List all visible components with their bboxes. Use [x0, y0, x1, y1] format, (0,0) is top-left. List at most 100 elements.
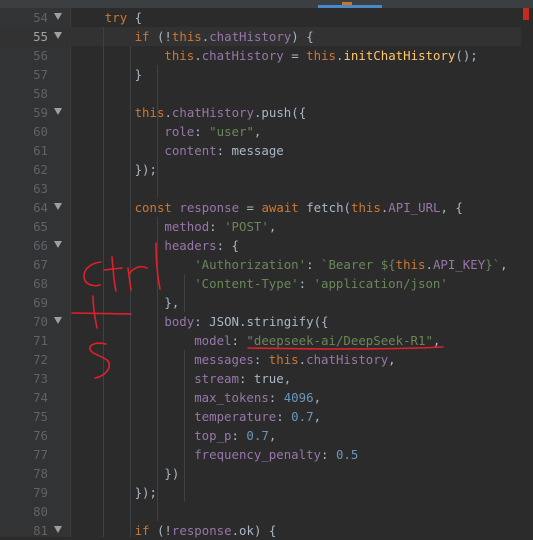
fold-arrow-icon[interactable] — [54, 13, 62, 20]
code-token: , — [313, 390, 322, 405]
code-text[interactable]: }, — [164, 293, 179, 312]
line-number: 74 — [33, 390, 48, 405]
code-line[interactable]: 70 body: JSON.stringify({ — [0, 312, 533, 331]
code-token: this — [306, 48, 336, 63]
code-token: : message — [216, 143, 284, 158]
code-text[interactable]: model: "deepseek-ai/DeepSeek-R1", — [194, 331, 440, 350]
code-text[interactable]: if (!this.chatHistory) { — [135, 27, 314, 46]
code-token: = — [283, 48, 307, 63]
line-number: 54 — [33, 10, 48, 25]
code-line[interactable]: 63 — [0, 179, 533, 198]
code-text[interactable]: content: message — [164, 141, 283, 160]
fold-arrow-icon[interactable] — [54, 32, 62, 39]
code-text[interactable]: 'Content-Type': 'application/json' — [194, 274, 448, 293]
code-text[interactable]: }); — [135, 483, 157, 502]
vertical-scrollbar[interactable] — [521, 8, 533, 537]
code-editor[interactable]: 54 try {55 if (!this.chatHistory) { 56 this.… — [0, 0, 533, 540]
code-line[interactable]: 65 method: 'POST', — [0, 217, 533, 236]
code-text[interactable]: frequency_penalty: 0.5 — [194, 445, 358, 464]
code-text[interactable]: top_p: 0.7, — [194, 426, 276, 445]
code-line[interactable]: 64 const response = await fetch(this.API_… — [0, 198, 533, 217]
code-token: : JSON.stringify({ — [194, 314, 329, 329]
code-token: API_KEY — [432, 257, 486, 272]
code-line[interactable]: 71 model: "deepseek-ai/DeepSeek-R1", — [0, 331, 533, 350]
code-token: , — [268, 428, 277, 443]
code-line[interactable]: 66 headers: { — [0, 236, 533, 255]
code-token: 0.7 — [291, 409, 314, 424]
code-text[interactable]: headers: { — [164, 236, 239, 255]
code-line[interactable]: 59 this.chatHistory.push({ — [0, 103, 533, 122]
code-token: = — [239, 200, 262, 215]
code-line[interactable]: 58 — [0, 84, 533, 103]
fold-arrow-icon[interactable] — [54, 203, 62, 210]
code-line[interactable]: 78}) — [0, 464, 533, 483]
code-token: .push({ — [253, 105, 307, 120]
fold-arrow-icon[interactable] — [54, 108, 62, 115]
code-line[interactable]: 67 'Authorization': `Bearer ${this.API_KE… — [0, 255, 533, 274]
code-text[interactable]: messages: this.chatHistory, — [194, 350, 395, 369]
code-line[interactable]: 62}); — [0, 160, 533, 179]
code-token: , — [313, 409, 322, 424]
line-number: 68 — [33, 276, 48, 291]
code-text[interactable]: max_tokens: 4096, — [194, 388, 321, 407]
fold-arrow-icon[interactable] — [54, 317, 62, 324]
code-line[interactable]: 80 — [0, 502, 533, 521]
code-line[interactable]: 72 messages: this.chatHistory, — [0, 350, 533, 369]
code-token: try — [104, 10, 128, 25]
code-text[interactable]: role: "user", — [164, 122, 261, 141]
code-line[interactable]: 68 'Content-Type': 'application/json' — [0, 274, 533, 293]
code-token: initChatHistory — [343, 48, 456, 63]
code-token: : — [321, 447, 336, 462]
code-token: . — [298, 352, 307, 367]
code-token: 'Authorization' — [194, 257, 307, 272]
indent-guide — [157, 65, 158, 122]
code-text[interactable]: temperature: 0.7, — [194, 407, 321, 426]
code-token: }) — [164, 466, 180, 481]
code-token: (); — [455, 48, 478, 63]
code-text[interactable]: try { — [105, 8, 142, 27]
code-line[interactable]: 76 top_p: 0.7, — [0, 426, 533, 445]
code-token: chatHistory — [201, 48, 284, 63]
code-text[interactable]: body: JSON.stringify({ — [164, 312, 328, 331]
code-text[interactable]: 'Authorization': `Bearer ${this.API_KEY}… — [194, 255, 507, 274]
code-line[interactable]: 74 max_tokens: 4096, — [0, 388, 533, 407]
code-text[interactable]: }) — [164, 464, 179, 483]
code-line[interactable]: 73 stream: true, — [0, 369, 533, 388]
code-text[interactable]: this.chatHistory.push({ — [135, 103, 307, 122]
line-number: 67 — [33, 257, 48, 272]
code-token: } — [134, 67, 143, 82]
line-number: 75 — [33, 409, 48, 424]
code-line[interactable]: 54 try { — [0, 8, 533, 27]
code-line[interactable]: 61 content: message — [0, 141, 533, 160]
indent-guide — [130, 46, 131, 537]
code-line[interactable]: 79}); — [0, 483, 533, 502]
code-token: if — [134, 29, 150, 44]
line-number: 56 — [33, 48, 48, 63]
code-line[interactable]: 77 frequency_penalty: 0.5 — [0, 445, 533, 464]
line-number: 70 — [33, 314, 48, 329]
code-line[interactable]: 69}, — [0, 293, 533, 312]
error-stripe-marker[interactable] — [523, 8, 529, 20]
code-text[interactable]: this.chatHistory = this.initChatHistory(… — [164, 46, 477, 65]
code-line[interactable]: 60 role: "user", — [0, 122, 533, 141]
code-token: chatHistory — [171, 105, 254, 120]
code-line[interactable]: 81 if (!response.ok) { — [0, 521, 533, 540]
code-line[interactable]: 75 temperature: 0.7, — [0, 407, 533, 426]
code-line[interactable]: 55 if (!this.chatHistory) { — [0, 27, 533, 46]
code-line[interactable]: 57} — [0, 65, 533, 84]
code-token: }` — [485, 257, 501, 272]
code-token: chatHistory — [209, 29, 292, 44]
code-token: frequency_penalty — [194, 447, 322, 462]
code-text[interactable]: } — [135, 65, 142, 84]
code-line[interactable]: 56 this.chatHistory = this.initChatHistor… — [0, 46, 533, 65]
code-token: content — [164, 143, 217, 158]
fold-arrow-icon[interactable] — [54, 241, 62, 248]
code-text[interactable]: if (!response.ok) { — [135, 521, 277, 540]
code-text[interactable]: method: 'POST', — [164, 217, 276, 236]
line-number: 60 — [33, 124, 48, 139]
fold-arrow-icon[interactable] — [54, 526, 62, 533]
code-text[interactable]: stream: true, — [194, 369, 291, 388]
code-token: : — [194, 124, 210, 139]
code-text[interactable]: }); — [135, 160, 157, 179]
code-text[interactable]: const response = await fetch(this.API_UR… — [135, 198, 463, 217]
